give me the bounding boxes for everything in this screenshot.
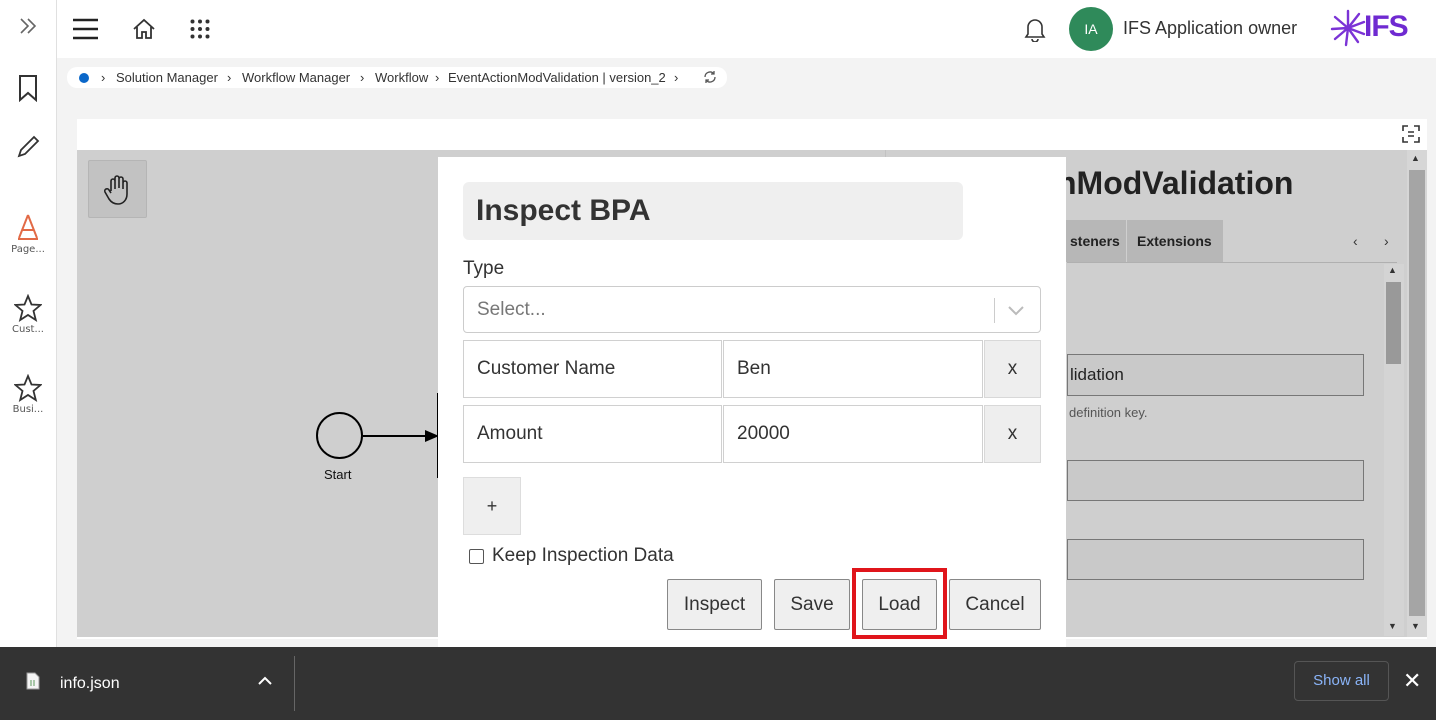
sequence-flow-arrow[interactable]	[363, 428, 441, 444]
start-event-label: Start	[324, 467, 352, 482]
remove-param-button[interactable]: x	[984, 340, 1041, 398]
tabs-prev-icon[interactable]: ‹	[1353, 233, 1358, 249]
pencil-icon[interactable]	[0, 134, 56, 160]
download-file-name[interactable]: info.json	[60, 675, 120, 693]
cancel-button[interactable]: Cancel	[949, 579, 1041, 630]
expand-rail-icon[interactable]	[0, 16, 56, 36]
bookmark-icon[interactable]	[0, 74, 56, 102]
properties-title: nModValidation	[1057, 165, 1294, 201]
name-field[interactable]: lidation	[1067, 354, 1364, 396]
rail-item-custom[interactable]: Cust...	[0, 294, 56, 335]
breadcrumb-item[interactable]: EventActionModValidation | version_2	[448, 67, 666, 88]
top-bar: IA IFS Application owner IFS	[57, 0, 1436, 58]
breadcrumb-item[interactable]: Workflow Manager	[242, 67, 350, 88]
scroll-down-icon[interactable]: ▼	[1411, 621, 1420, 631]
param-key-field[interactable]: Customer Name	[463, 340, 722, 398]
type-select-placeholder: Select...	[477, 299, 546, 320]
select-separator	[994, 298, 995, 323]
keep-inspection-data-label: Keep Inspection Data	[492, 545, 674, 566]
properties-scroll-thumb[interactable]	[1386, 282, 1401, 364]
rail-item-label: Cust...	[12, 324, 44, 335]
breadcrumb-item[interactable]: Solution Manager	[116, 67, 218, 88]
status-dot-icon	[79, 73, 89, 83]
breadcrumb-separator-icon: ›	[227, 70, 232, 85]
breadcrumb-item[interactable]: Workflow	[375, 67, 428, 88]
avatar[interactable]: IA	[1069, 7, 1113, 51]
breadcrumb-separator-icon: ›	[360, 70, 365, 85]
load-button-highlight	[852, 568, 947, 639]
scroll-up-icon[interactable]: ▲	[1388, 265, 1397, 275]
left-rail: Page... Cust... Busi...	[0, 0, 57, 647]
rail-item-business[interactable]: Busi...	[0, 374, 56, 415]
properties-field[interactable]	[1067, 539, 1364, 580]
fullscreen-icon[interactable]	[1401, 124, 1421, 149]
breadcrumb-separator-icon: ›	[674, 70, 679, 85]
type-select[interactable]: Select...	[463, 286, 1041, 333]
apps-grid-icon[interactable]	[190, 19, 210, 44]
name-field-hint: definition key.	[1069, 405, 1148, 420]
save-button[interactable]: Save	[774, 579, 850, 630]
hamburger-menu-icon[interactable]	[73, 18, 98, 45]
type-label: Type	[463, 258, 505, 279]
show-all-button[interactable]: Show all	[1294, 661, 1389, 701]
file-icon	[26, 672, 40, 695]
rail-item-page[interactable]: Page...	[0, 212, 56, 255]
breadcrumb: › Solution Manager › Workflow Manager › …	[67, 67, 727, 88]
tab-listeners[interactable]: steners	[1060, 220, 1126, 262]
remove-param-button[interactable]: x	[984, 405, 1041, 463]
tab-divider	[1067, 262, 1397, 263]
ifs-logo-icon	[1329, 8, 1367, 53]
param-key-field[interactable]: Amount	[463, 405, 722, 463]
star-icon	[14, 294, 42, 322]
bell-icon[interactable]	[1024, 16, 1046, 47]
param-value-field[interactable]: 20000	[723, 405, 983, 463]
checkbox-box[interactable]	[469, 548, 484, 564]
close-icon[interactable]: ✕	[1403, 668, 1421, 694]
description-field[interactable]	[1067, 460, 1364, 501]
inspect-button[interactable]: Inspect	[667, 579, 762, 630]
home-icon[interactable]	[132, 17, 156, 46]
ifs-logo-text: IFS	[1364, 10, 1409, 43]
refresh-icon[interactable]	[703, 69, 717, 90]
dialog-title: Inspect BPA	[463, 182, 963, 240]
user-name[interactable]: IFS Application owner	[1123, 18, 1297, 39]
hand-tool-button[interactable]	[88, 160, 147, 218]
breadcrumb-separator-icon: ›	[435, 70, 440, 85]
rail-item-label: Busi...	[12, 404, 44, 415]
download-bar	[0, 647, 1436, 720]
add-param-button[interactable]: +	[463, 477, 521, 535]
keep-inspection-data-checkbox[interactable]: Keep Inspection Data	[469, 545, 674, 567]
scroll-up-icon[interactable]: ▲	[1411, 153, 1420, 163]
chevron-down-icon[interactable]	[1007, 301, 1025, 324]
download-divider	[294, 656, 295, 711]
rail-item-label: Page...	[11, 244, 45, 255]
hand-icon	[103, 175, 128, 205]
page-designer-icon	[18, 214, 38, 240]
start-event[interactable]	[316, 412, 363, 459]
scroll-down-icon[interactable]: ▼	[1388, 621, 1397, 631]
breadcrumb-separator-icon: ›	[101, 70, 106, 85]
panel-scroll-thumb[interactable]	[1409, 170, 1425, 616]
star-icon	[14, 374, 42, 402]
param-value-field[interactable]: Ben	[723, 340, 983, 398]
tab-extensions[interactable]: Extensions	[1127, 220, 1223, 262]
tabs-next-icon[interactable]: ›	[1384, 233, 1389, 249]
chevron-up-icon[interactable]	[257, 674, 273, 693]
